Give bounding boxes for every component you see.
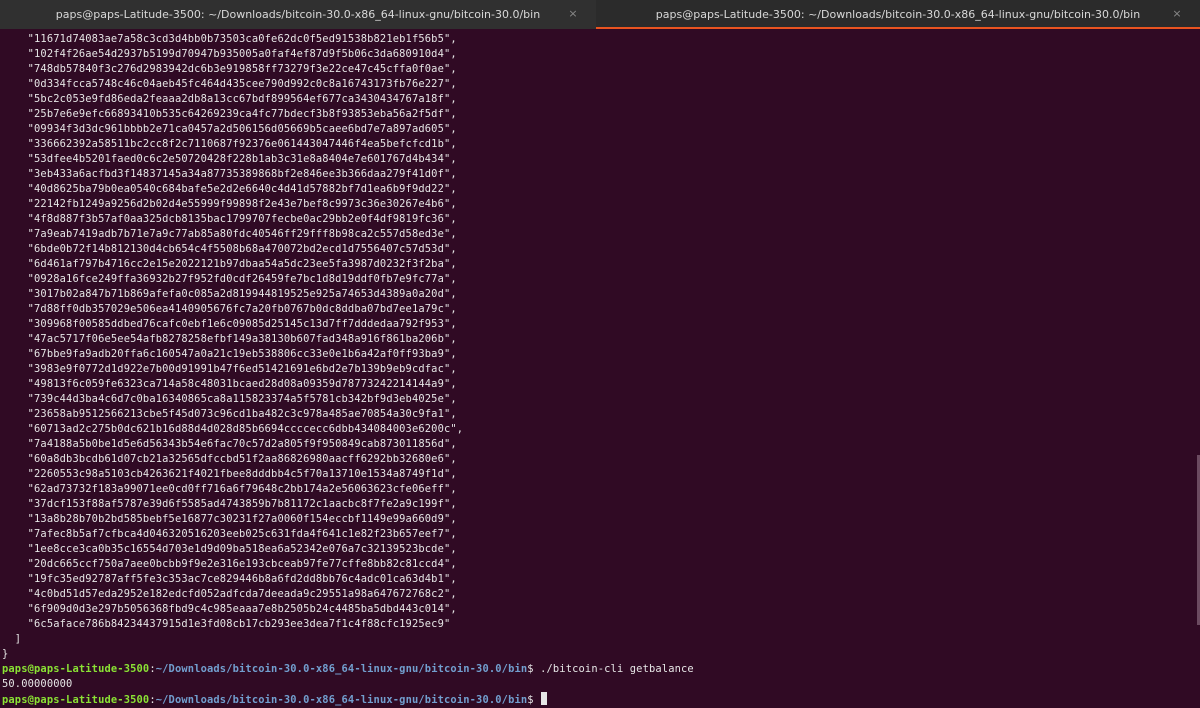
hash-line: "7a4188a5b0be1d5e6d56343b54e6fac70c57d2a… [2,438,457,450]
hash-line: "336662392a58511bc2cc8f2c7110687f92376e0… [2,138,457,150]
hash-line: "309968f00585ddbed76cafc0ebf1e6c09085d25… [2,318,457,330]
hash-line: "62ad73732f183a99071ee0cd0ff716a6f79648c… [2,483,457,495]
hash-line: "7a9eab7419adb7b71e7a9c77ab85a80fdc40546… [2,228,457,240]
hash-line: "3eb433a6acfbd3f14837145a34a87735389868b… [2,168,457,180]
tab-title: paps@paps-Latitude-3500: ~/Downloads/bit… [55,8,541,21]
tab-terminal-2[interactable]: paps@paps-Latitude-3500: ~/Downloads/bit… [596,0,1200,29]
terminal-output[interactable]: "11671d74083ae7a58c3cd3d4bb0b73503ca0fe6… [0,29,1200,706]
text-cursor [541,692,548,705]
hash-line: "6f909d0d3e297b5056368fbd9c4c985eaaa7e8b… [2,603,457,615]
prompt-dollar: $ [527,663,541,675]
hash-line: "09934f3d3dc961bbbb2e71ca0457a2d506156d0… [2,123,457,135]
hash-line: "3983e9f0772d1d922e7b00d91991b47f6ed5142… [2,363,457,375]
hash-line: "0d334fcca5748c46c04aeb45fc464d435cee790… [2,78,457,90]
hash-line: "7d88ff0db357029e506ea4140905676fc7a20fb… [2,303,457,315]
hash-line: "4c0bd51d57eda2952e182edcfd052adfcda7dee… [2,588,457,600]
command-text: ./bitcoin-cli getbalance [540,663,694,675]
hash-line: "2260553c98a5103cb4263621f4021fbee8dddbb… [2,468,457,480]
prompt-user: paps@paps-Latitude-3500 [2,663,150,675]
hash-line: "60713ad2c275b0dc621b16d88d4d028d85b6694… [2,423,464,435]
prompt-line: paps@paps-Latitude-3500:~/Downloads/bitc… [2,662,1200,677]
prompt-line-current[interactable]: paps@paps-Latitude-3500:~/Downloads/bitc… [2,692,1200,707]
prompt-path: ~/Downloads/bitcoin-30.0-x86_64-linux-gn… [155,694,528,706]
hash-line: "49813f6c059fe6323ca714a58c48031bcaed28d… [2,378,457,390]
hash-line: "6d461af797b4716cc2e15e2022121b97dbaa54a… [2,258,457,270]
hash-line: "25b7e6e9efc66893410b535c64269239ca4fc77… [2,108,457,120]
tab-title: paps@paps-Latitude-3500: ~/Downloads/bit… [655,8,1141,21]
prompt-user: paps@paps-Latitude-3500 [2,694,150,706]
hash-line: "37dcf153f88af5787e39d6f5585ad4743859b7b… [2,498,457,510]
hash-line: "7afec8b5af7cfbca4d046320516203eeb025c63… [2,528,457,540]
hash-line: "20dc665ccf750a7aee0bcbb9f9e2e316e193cbc… [2,558,457,570]
hash-line: "3017b02a847b71b869afefa0c085a2d81994481… [2,288,457,300]
hash-line: "748db57840f3c276d2983942dc6b3e919858ff7… [2,63,457,75]
hash-line: "53dfee4b5201faed0c6c2e50720428f228b1ab3… [2,153,457,165]
hash-line: "67bbe9fa9adb20ffa6c160547a0a21c19eb5388… [2,348,457,360]
hash-line: "23658ab9512566213cbe5f45d073c96cd1ba482… [2,408,457,420]
hash-line: "60a8db3bcdb61d07cb21a32565dfccbd51f2aa8… [2,453,457,465]
hash-line: "102f4f26ae54d2937b5199d70947b935005a0fa… [2,48,457,60]
close-icon[interactable]: × [566,7,580,21]
closing-bracket: ] [2,633,22,645]
hash-line: "22142fb1249a9256d2b02d4e55999f99898f2e4… [2,198,457,210]
hash-line: "13a8b28b70b2bd585bebf5e16877c30231f27a0… [2,513,457,525]
terminal-tab-bar: paps@paps-Latitude-3500: ~/Downloads/bit… [0,0,1200,29]
hash-line: "0928a16fce249ffa36932b27f952fd0cdf26459… [2,273,457,285]
command-output: 50.00000000 [2,678,73,690]
close-icon[interactable]: × [1170,7,1184,21]
hash-line: "6bde0b72f14b812130d4cb654c4f5508b68a470… [2,243,457,255]
hash-line: "5bc2c053e9fd86eda2feaaa2db8a13cc67bdf89… [2,93,457,105]
hash-line: "6c5aface786b84234437915d1e3fd08cb17cb29… [2,618,451,630]
closing-brace: } [2,648,9,660]
hash-line: "739c44d3ba4c6d7c0ba16340865ca8a11582337… [2,393,457,405]
prompt-path: ~/Downloads/bitcoin-30.0-x86_64-linux-gn… [155,663,528,675]
hash-line: "4f8d887f3b57af0aa325dcb8135bac1799707fe… [2,213,457,225]
hash-line: "40d8625ba79b0ea0540c684bafe5e2d2e6640c4… [2,183,457,195]
tab-terminal-1[interactable]: paps@paps-Latitude-3500: ~/Downloads/bit… [0,0,596,29]
hash-list: "11671d74083ae7a58c3cd3d4bb0b73503ca0fe6… [2,32,1200,632]
prompt-dollar: $ [527,694,541,706]
hash-line: "11671d74083ae7a58c3cd3d4bb0b73503ca0fe6… [2,33,457,45]
hash-line: "1ee8cce3ca0b35c16554d703e1d9d09ba518ea6… [2,543,457,555]
hash-line: "47ac5717f06e5ee54afb8278258efbf149a3813… [2,333,457,345]
hash-line: "19fc35ed92787aff5fe3c353ac7ce829446b8a6… [2,573,457,585]
